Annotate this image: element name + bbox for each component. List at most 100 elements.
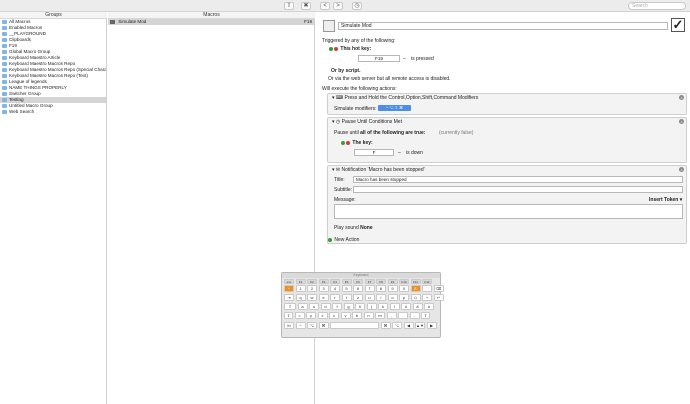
new-action-icon[interactable]	[328, 237, 332, 242]
key[interactable]: ^	[295, 322, 306, 329]
insert-token-menu[interactable]: Insert Token ▾	[649, 197, 682, 203]
key[interactable]: F3	[318, 279, 329, 284]
key[interactable]: F5	[341, 279, 352, 284]
key[interactable]: m	[375, 312, 385, 319]
key[interactable]: q	[295, 294, 306, 301]
key[interactable]: 4	[330, 285, 340, 292]
key[interactable]: s	[309, 303, 319, 310]
key[interactable]: f	[332, 303, 342, 310]
key[interactable]: n	[363, 312, 374, 319]
new-action-button[interactable]: New Action	[334, 237, 359, 243]
close-icon[interactable]: ×	[679, 95, 684, 100]
key[interactable]: F11	[410, 279, 421, 284]
enable-checkbox[interactable]: ✓	[671, 18, 685, 32]
key[interactable]: 0	[399, 285, 409, 292]
key[interactable]: fn	[284, 322, 294, 329]
add-condition-icon[interactable]	[341, 140, 345, 145]
key[interactable]: ⌥	[392, 322, 402, 329]
or-by-script-label[interactable]: Or by script.	[331, 68, 360, 74]
close-icon[interactable]: ×	[679, 167, 684, 172]
key[interactable]: i	[376, 294, 386, 301]
key[interactable]: F10	[399, 279, 409, 284]
key[interactable]: l	[389, 303, 400, 310]
action-pause-until[interactable]: ▾ ◷ Pause Until Conditions Met × Pause u…	[327, 117, 687, 163]
key[interactable]: F12	[422, 279, 432, 284]
key[interactable]: e	[318, 294, 329, 301]
all-true-popup[interactable]: all of the following are true:	[360, 130, 425, 136]
add-trigger-icon[interactable]	[329, 46, 333, 51]
key[interactable]: 9	[387, 285, 398, 292]
key[interactable]: +	[422, 294, 432, 301]
groups-column-header[interactable]: Groups	[0, 12, 107, 19]
key[interactable]: r	[330, 294, 340, 301]
share-button[interactable]: ⇧	[284, 2, 294, 10]
subtitle-field[interactable]	[353, 186, 683, 193]
key[interactable]: p	[399, 294, 409, 301]
key[interactable]: ▲▼	[415, 322, 425, 329]
key[interactable]: ß	[410, 285, 421, 292]
key[interactable]: 3	[318, 285, 329, 292]
group-row[interactable]: Web Search	[0, 109, 106, 115]
remove-condition-icon[interactable]	[346, 140, 350, 145]
action-hold-modifiers[interactable]: ▾ ⌨ Press and Hold the Control,Option,Sh…	[327, 93, 687, 115]
key[interactable]: 6	[353, 285, 363, 292]
hotkey-field[interactable]: F19	[358, 55, 400, 62]
key[interactable]: F6	[353, 279, 363, 284]
key[interactable]: ^	[284, 285, 294, 292]
macro-row[interactable]: Simulate Mod F19	[108, 19, 314, 25]
key[interactable]: ◀	[403, 322, 414, 329]
key[interactable]: 5	[341, 285, 352, 292]
key[interactable]: 2	[307, 285, 317, 292]
disclosure-triangle-icon[interactable]: ▾	[332, 119, 335, 125]
modifier-buttons[interactable]: ^ ⌥ ⇧ ⌘	[378, 105, 411, 111]
key[interactable]: ü	[410, 294, 421, 301]
key[interactable]: ⌘	[380, 322, 391, 329]
key[interactable]: ´	[422, 285, 432, 292]
key[interactable]: ↵	[433, 294, 444, 301]
key-field[interactable]: F	[354, 149, 394, 156]
macro-image-well[interactable]	[323, 20, 335, 32]
disclosure-triangle-icon[interactable]: ▾	[332, 167, 335, 173]
key[interactable]: d	[320, 303, 331, 310]
key[interactable]: ▶	[426, 322, 437, 329]
key[interactable]: -	[409, 312, 420, 319]
key[interactable]: <	[294, 312, 305, 319]
title-field[interactable]: Macro has been stopped	[353, 176, 683, 183]
disclosure-triangle-icon[interactable]: ▾	[332, 95, 335, 101]
search-input[interactable]: Search	[628, 2, 686, 10]
back-button[interactable]: <	[320, 2, 330, 10]
key[interactable]: a	[297, 303, 308, 310]
key[interactable]: ⌘	[318, 322, 329, 329]
key[interactable]: ⇥	[284, 294, 294, 301]
trigger-type-label[interactable]: This hot key:	[340, 46, 371, 52]
key[interactable]: ⌫	[433, 285, 444, 292]
key[interactable]: v	[340, 312, 351, 319]
key[interactable]: #	[424, 303, 434, 310]
key[interactable]: 8	[376, 285, 386, 292]
macros-column-header[interactable]: Macros	[108, 12, 315, 19]
message-field[interactable]	[334, 204, 683, 219]
key[interactable]: F4	[330, 279, 340, 284]
is-down-popup[interactable]: is down	[406, 150, 423, 156]
key[interactable]: w	[307, 294, 317, 301]
condition-type-label[interactable]: The key:	[352, 140, 372, 146]
key[interactable]: ,	[386, 312, 397, 319]
key[interactable]: ä	[412, 303, 423, 310]
key[interactable]: o	[387, 294, 398, 301]
history-button[interactable]: ◷	[352, 2, 362, 10]
key[interactable]: u	[364, 294, 375, 301]
remove-trigger-icon[interactable]	[334, 46, 338, 51]
key[interactable]: ⇧	[284, 312, 293, 319]
key[interactable]: g	[343, 303, 354, 310]
key[interactable]: k	[378, 303, 388, 310]
key[interactable]: .	[398, 312, 408, 319]
key[interactable]	[330, 322, 379, 329]
action-notification[interactable]: ▾ ✉ Notification 'Macro has been stopped…	[327, 165, 687, 244]
key[interactable]: esc	[284, 279, 294, 284]
key[interactable]: F1	[295, 279, 306, 284]
key[interactable]: F9	[387, 279, 398, 284]
tools-button[interactable]: ✖	[301, 2, 311, 10]
sound-popup[interactable]: None	[360, 225, 373, 231]
key[interactable]: y	[306, 312, 316, 319]
key[interactable]: x	[317, 312, 328, 319]
